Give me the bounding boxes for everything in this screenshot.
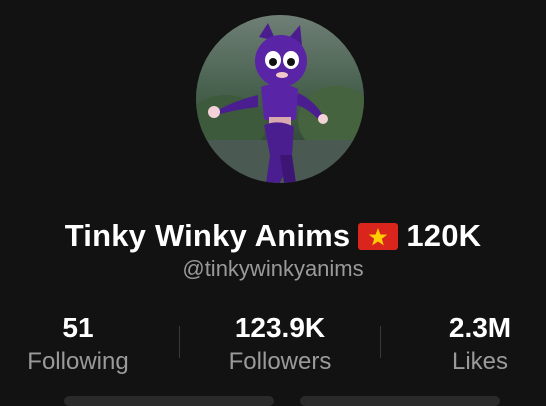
followers-stat[interactable]: 123.9K Followers — [180, 310, 380, 378]
following-count: 51 — [62, 312, 94, 343]
avatar-image — [196, 15, 364, 183]
vietnam-flag-icon — [358, 222, 399, 250]
followers-count: 123.9K — [234, 312, 326, 343]
following-label: Following — [27, 348, 129, 375]
likes-label: Likes — [451, 348, 509, 375]
follower-count-badge: 120K — [406, 218, 482, 253]
likes-stat[interactable]: 2.3M Likes — [400, 310, 546, 378]
stat-divider — [380, 326, 381, 358]
profile-avatar[interactable] — [196, 15, 364, 183]
likes-count: 2.3M — [448, 312, 512, 343]
followers-label: Followers — [228, 348, 332, 375]
profile-name-row: Tinky Winky Anims 120K — [0, 214, 546, 258]
following-stat[interactable]: 51 Following — [0, 310, 156, 378]
action-button-edge[interactable] — [300, 396, 500, 406]
action-button-edge[interactable] — [64, 396, 274, 406]
profile-handle[interactable]: @tinkywinkyanims — [0, 256, 546, 282]
display-name: Tinky Winky Anims — [64, 218, 351, 253]
